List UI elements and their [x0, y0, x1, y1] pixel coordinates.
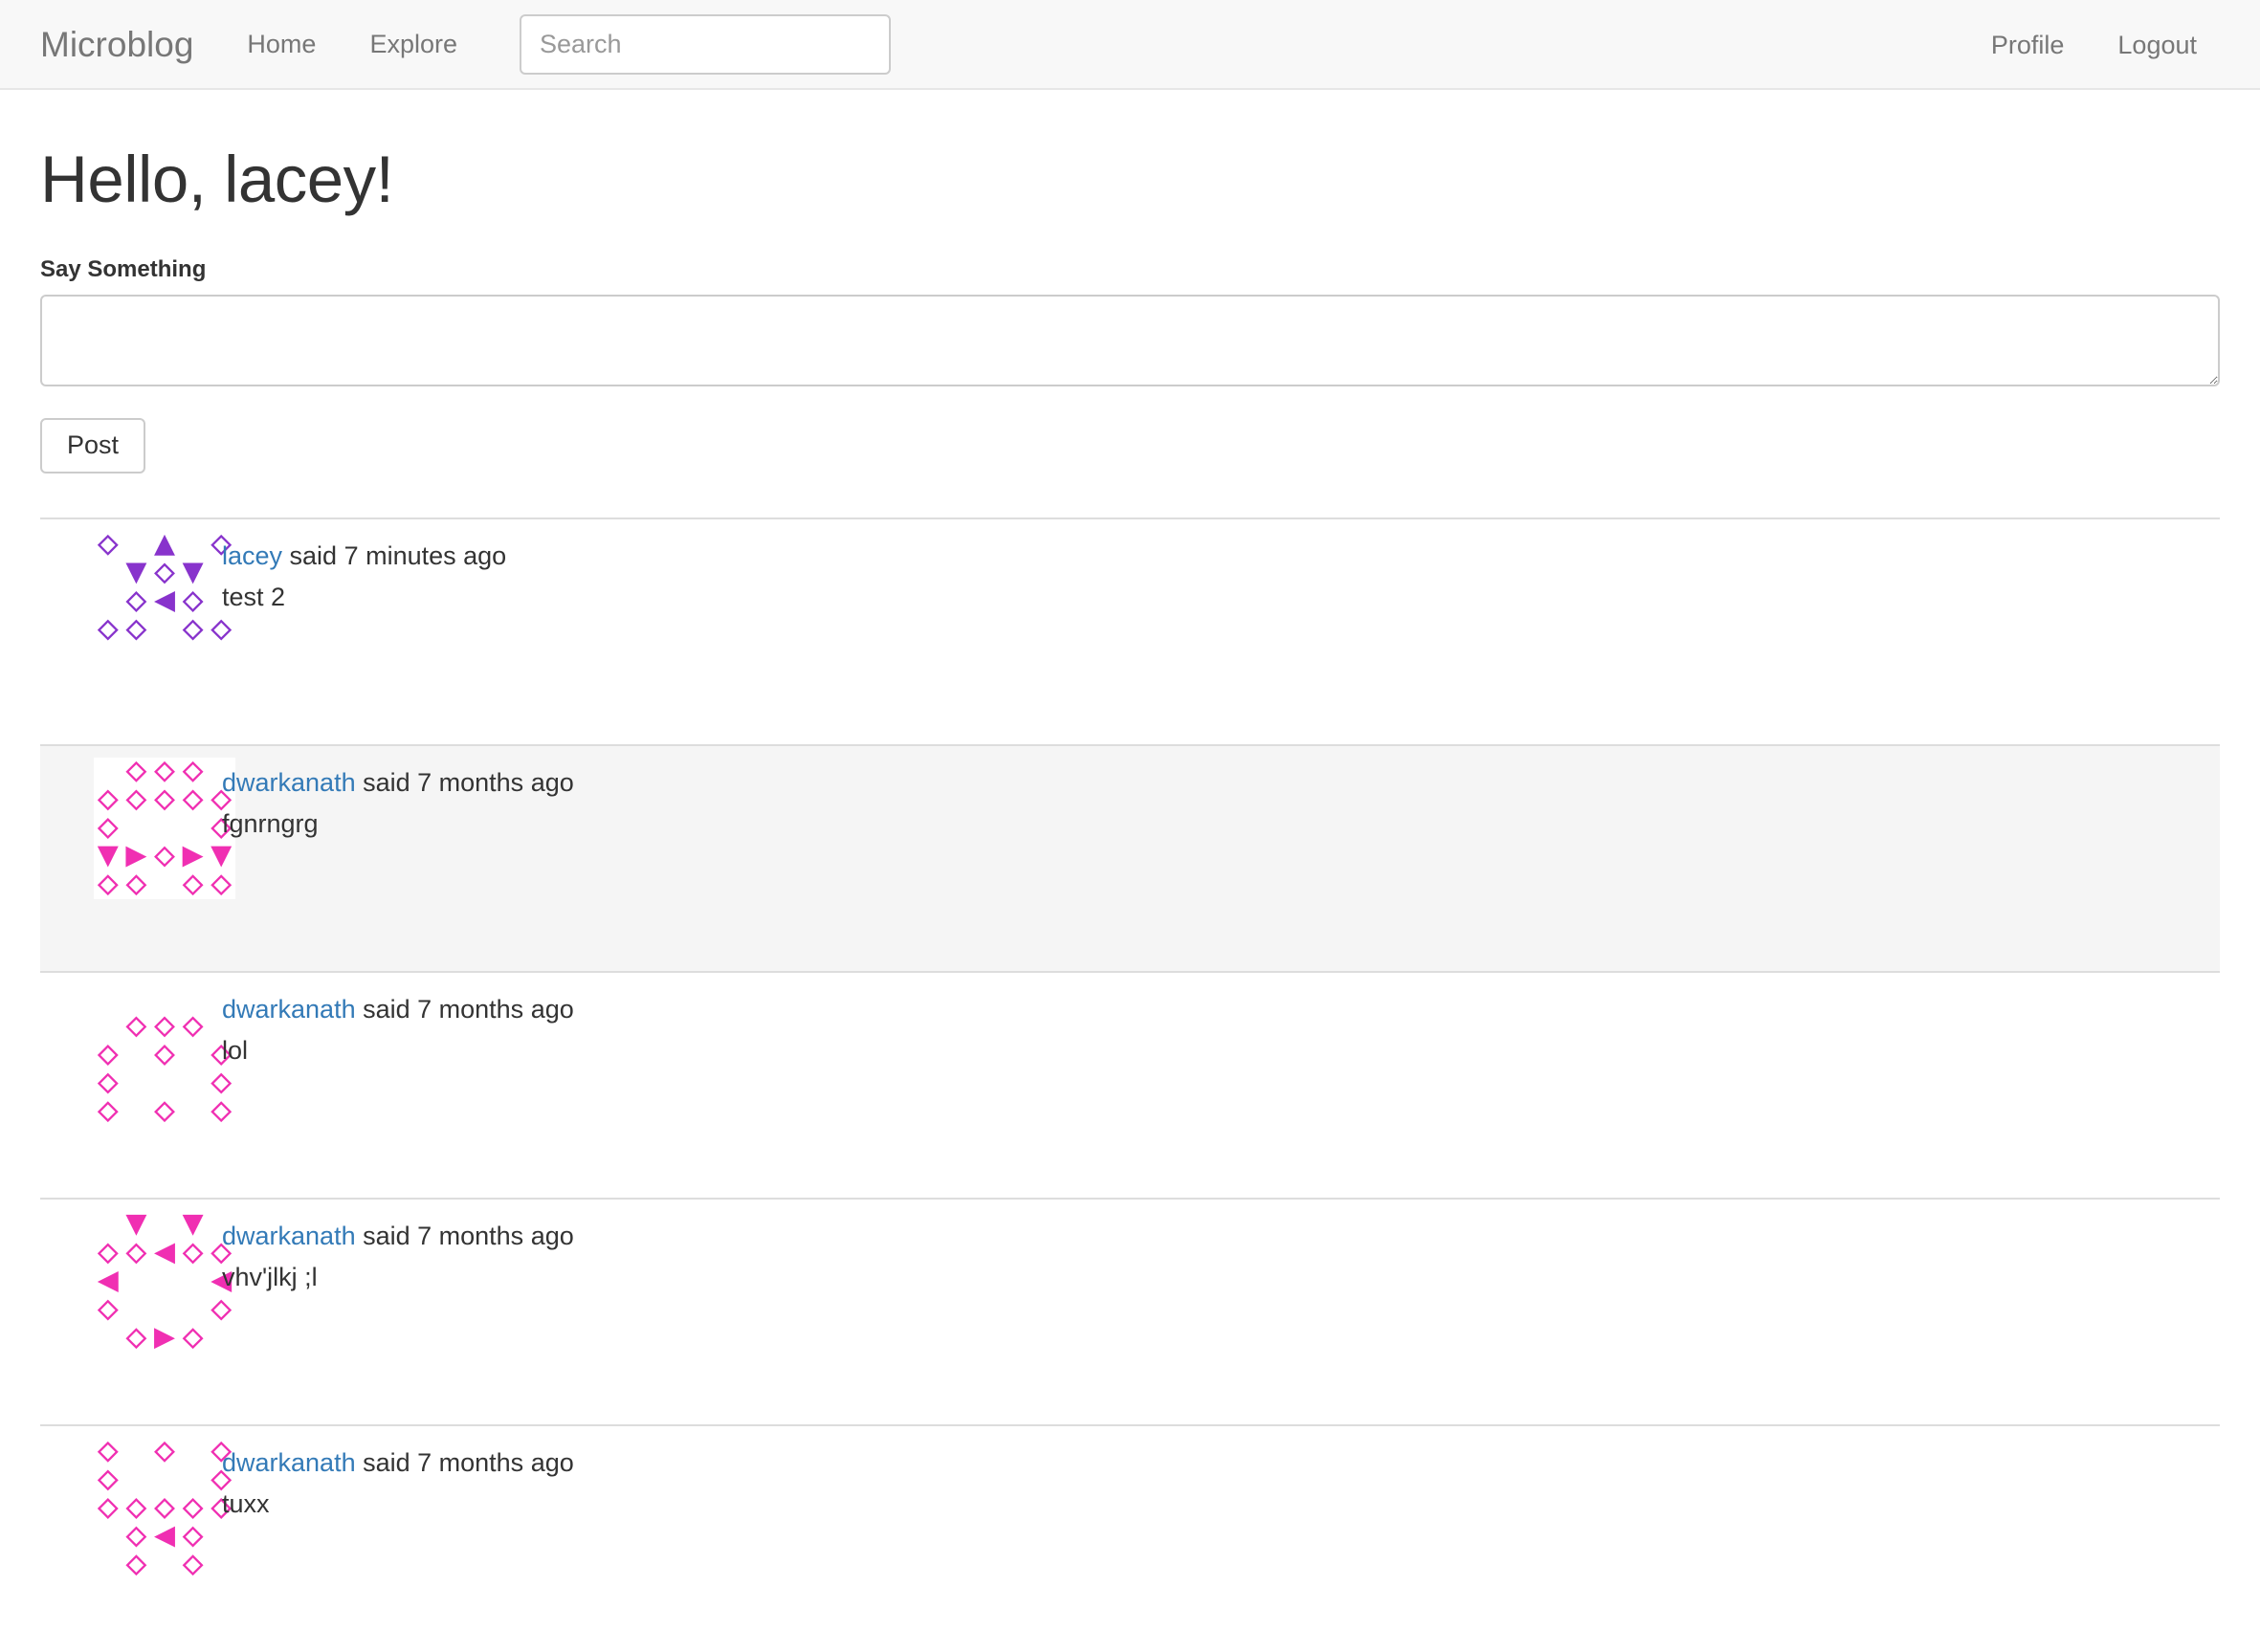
main-container: Hello, lacey! Say Something Post lacey s…: [0, 143, 2260, 1652]
post-row-spacer: [40, 1364, 2220, 1425]
navbar-brand[interactable]: Microblog: [40, 27, 203, 62]
avatar: [94, 530, 235, 672]
post-body-cell: dwarkanath said 7 months ago tuxx: [214, 1423, 2220, 1591]
nav-link-explore[interactable]: Explore: [343, 31, 484, 57]
post-row-spacer: [40, 1137, 2220, 1199]
post-avatar-cell: [40, 743, 235, 911]
post-timestamp: said 7 months ago: [355, 994, 574, 1024]
post-body-cell: dwarkanath said 7 months ago vhv'jlkj ;l: [214, 1197, 2220, 1364]
table-row[interactable]: lacey said 7 minutes ago test 2: [40, 517, 2220, 684]
post-textarea[interactable]: [40, 294, 2220, 386]
navbar-primary-links: Home Explore: [220, 31, 484, 57]
avatar: [94, 983, 235, 1126]
avatar: [94, 1210, 235, 1353]
post-author-link[interactable]: dwarkanath: [222, 995, 356, 1024]
post-timestamp: said 7 months ago: [355, 1221, 574, 1250]
post-body-cell: dwarkanath said 7 months ago fgnrngrg: [214, 743, 2220, 911]
post-meta: lacey said 7 minutes ago: [222, 531, 2220, 576]
post-body-text: tuxx: [222, 1489, 270, 1519]
post-submit-button[interactable]: Post: [40, 417, 146, 474]
post-form-label: Say Something: [40, 255, 207, 282]
post-body-text: lol: [222, 1036, 249, 1066]
post-author-link[interactable]: dwarkanath: [222, 768, 356, 797]
post-author-link[interactable]: dwarkanath: [222, 1448, 356, 1477]
post-meta: dwarkanath said 7 months ago: [222, 1438, 2220, 1483]
post-avatar-cell: [40, 517, 235, 684]
post-meta: dwarkanath said 7 months ago: [222, 758, 2220, 803]
post-timestamp: said 7 minutes ago: [282, 540, 507, 570]
posts-table-body: lacey said 7 minutes ago test 2 dwarkanath…: [40, 517, 2220, 1652]
search-input[interactable]: [519, 13, 891, 75]
navbar-secondary-links: Profile Logout: [1964, 0, 2224, 90]
post-timestamp: said 7 months ago: [355, 767, 574, 797]
post-row-spacer: [40, 684, 2220, 745]
post-author-link[interactable]: lacey: [222, 541, 282, 570]
nav-link-home[interactable]: Home: [220, 31, 343, 57]
post-body-text: fgnrngrg: [222, 809, 319, 839]
post-body-cell: lacey said 7 minutes ago test 2: [214, 517, 2220, 684]
post-body-text: test 2: [222, 583, 286, 612]
post-meta: dwarkanath said 7 months ago: [222, 984, 2220, 1029]
avatar: [94, 1437, 235, 1579]
post-row-spacer: [40, 1591, 2220, 1652]
nav-link-profile[interactable]: Profile: [1964, 32, 2092, 58]
table-row[interactable]: dwarkanath said 7 months ago tuxx: [40, 1423, 2220, 1591]
post-avatar-cell: [40, 970, 235, 1137]
table-row[interactable]: dwarkanath said 7 months ago vhv'jlkj ;l: [40, 1197, 2220, 1364]
post-body-text: vhv'jlkj ;l: [222, 1263, 318, 1292]
navbar: Microblog Home Explore Profile Logout: [0, 0, 2260, 90]
page-title: Hello, lacey!: [40, 143, 394, 216]
post-body-cell: dwarkanath said 7 months ago lol: [214, 970, 2220, 1137]
posts-table: lacey said 7 minutes ago test 2 dwarkanath…: [40, 517, 2220, 1652]
post-meta: dwarkanath said 7 months ago: [222, 1211, 2220, 1256]
navbar-search-form: [519, 13, 891, 75]
avatar: [94, 757, 235, 899]
post-form: Say Something Post: [40, 256, 2220, 474]
post-timestamp: said 7 months ago: [355, 1447, 574, 1477]
nav-link-logout[interactable]: Logout: [2091, 32, 2224, 58]
post-avatar-cell: [40, 1197, 235, 1364]
post-avatar-cell: [40, 1423, 235, 1591]
table-row[interactable]: dwarkanath said 7 months ago fgnrngrg: [40, 743, 2220, 911]
post-author-link[interactable]: dwarkanath: [222, 1222, 356, 1250]
post-row-spacer: [40, 910, 2220, 972]
table-row[interactable]: dwarkanath said 7 months ago lol: [40, 970, 2220, 1137]
